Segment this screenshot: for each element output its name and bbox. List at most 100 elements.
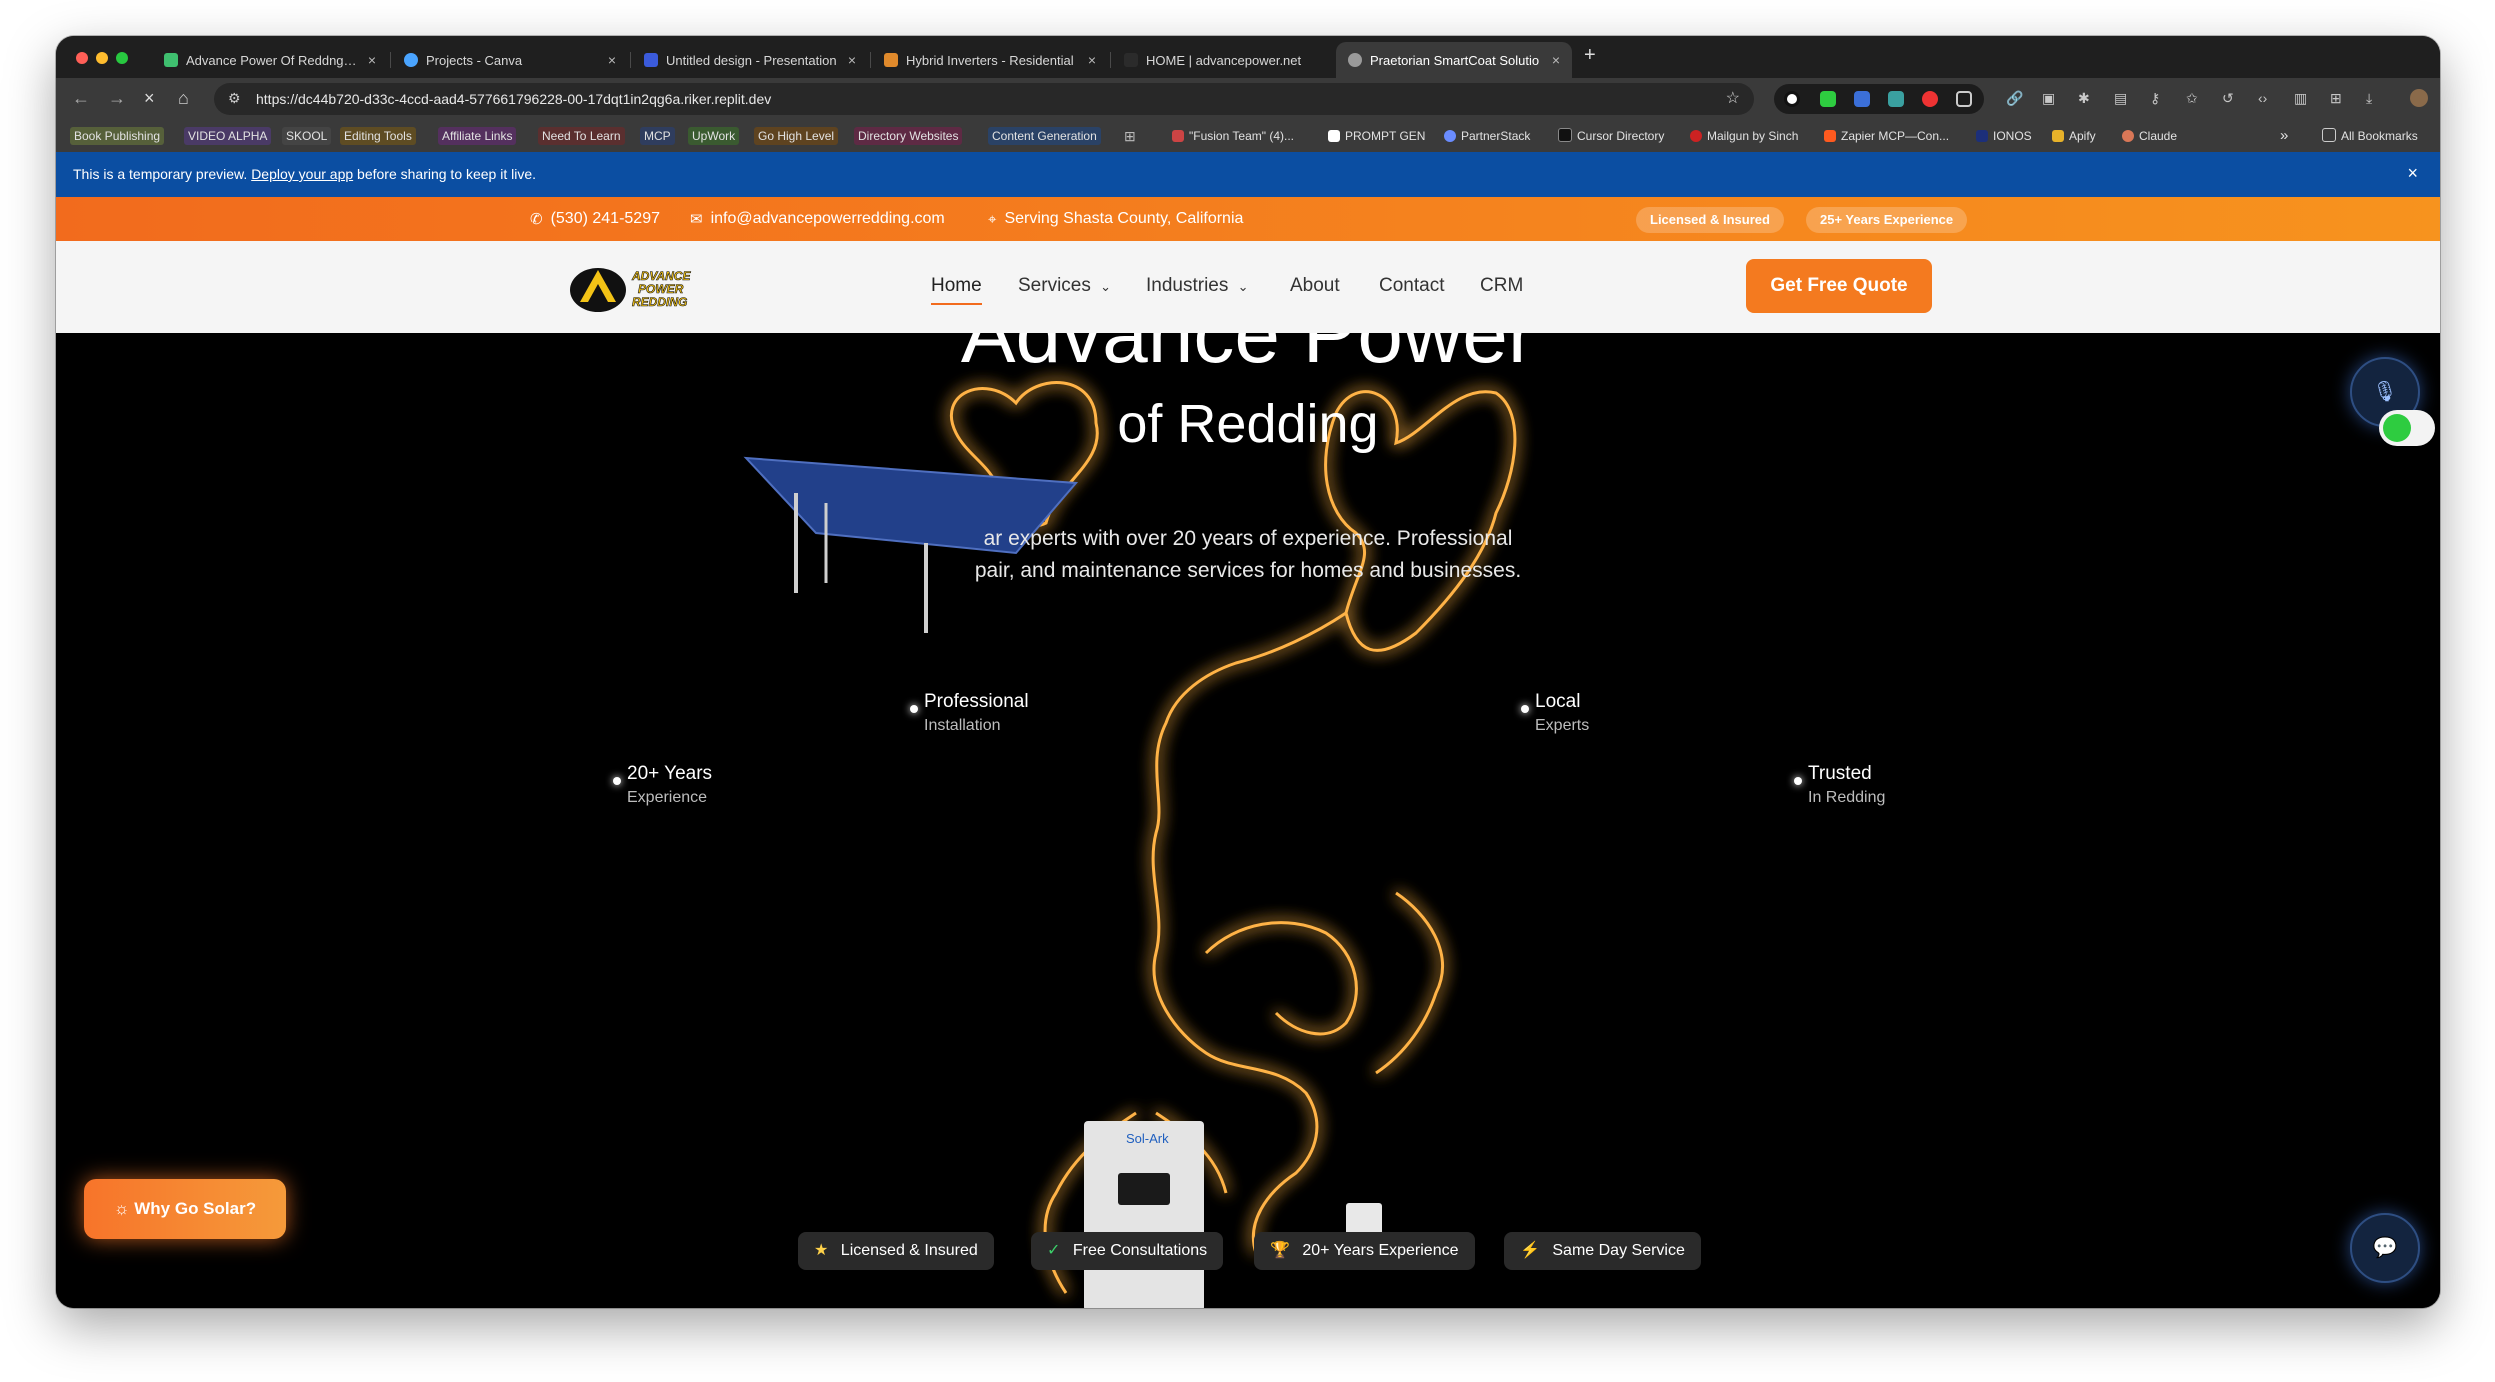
zoom-window-button[interactable] [116, 52, 128, 64]
close-tab-icon[interactable]: × [608, 52, 616, 68]
microphone-icon: 🎙 [2372, 381, 2398, 403]
address-bar[interactable]: ⚙ https://dc44b720-d33c-4ccd-aad4-577661… [214, 83, 1754, 115]
licensed-badge: Licensed & Insured [1636, 207, 1784, 233]
bookmark-folder[interactable]: Go High Level [754, 127, 839, 145]
screenshot-icon[interactable]: ▣ [2042, 90, 2055, 107]
bug-icon[interactable]: ✱ [2078, 90, 2090, 107]
extension-icon[interactable] [1784, 91, 1800, 107]
site-settings-icon[interactable]: ⚙ [228, 90, 241, 107]
nav-industries[interactable]: Industries ⌄ [1146, 275, 1249, 297]
bookmark-link[interactable]: "Fusion Team" (4)... [1168, 127, 1298, 145]
favorites-icon[interactable]: ✩ [2186, 90, 2198, 107]
chevron-down-icon: ⌄ [1237, 279, 1249, 294]
stat-local: Local Experts [1521, 691, 1589, 735]
download-icon[interactable]: ⤓ [2366, 90, 2372, 107]
new-tab-button[interactable]: + [1584, 44, 1596, 67]
chat-bubble-icon: 💬 [2372, 1237, 2398, 1259]
phone-number: (530) 241-5297 [550, 210, 660, 227]
bookmark-link[interactable]: Mailgun by Sinch [1686, 127, 1802, 145]
tab-3[interactable]: Hybrid Inverters - Residential × [872, 42, 1108, 78]
tab-separator [1110, 52, 1111, 68]
extension-icon[interactable] [1820, 91, 1836, 107]
link-icon[interactable]: 🔗 [2006, 90, 2023, 107]
bookmark-folder[interactable]: UpWork [688, 127, 740, 145]
bookmark-link[interactable]: PartnerStack [1440, 127, 1534, 145]
bookmark-folder[interactable]: Book Publishing [70, 127, 165, 145]
bookmark-link[interactable]: IONOS [1972, 127, 2036, 145]
bookmark-link[interactable]: Apify [2048, 127, 2100, 145]
location-text: Serving Shasta County, California [1004, 210, 1244, 227]
back-icon[interactable]: ← [72, 88, 90, 109]
phone-link[interactable]: ✆ (530) 241-5297 [530, 210, 660, 228]
cursor-icon [1558, 128, 1572, 142]
stop-loading-icon[interactable]: × [144, 88, 155, 109]
trust-badge: 🏆 20+ Years Experience [1254, 1232, 1475, 1270]
forward-icon[interactable]: → [108, 88, 126, 109]
all-bookmarks[interactable]: All Bookmarks [2318, 127, 2422, 145]
profile-avatar[interactable] [2410, 89, 2428, 107]
tab-5-active[interactable]: Praetorian SmartCoat Solutio × [1336, 42, 1572, 78]
extension-floating-badge[interactable] [2379, 410, 2435, 446]
bookmarks-overflow-icon[interactable]: » [2276, 127, 2292, 145]
bookmark-link[interactable]: Cursor Directory [1554, 127, 1668, 145]
close-tab-icon[interactable]: × [848, 52, 856, 68]
nav-home[interactable]: Home [931, 275, 982, 305]
tab-2[interactable]: Untitled design - Presentation × [632, 42, 868, 78]
close-tab-icon[interactable]: × [368, 52, 376, 68]
why-go-solar-button[interactable]: ☼ Why Go Solar? [84, 1179, 286, 1239]
logo-text-line3: REDDING [632, 295, 687, 309]
stat-title: Trusted [1808, 763, 1872, 784]
extension-icon[interactable] [1888, 91, 1904, 107]
close-tab-icon[interactable]: × [1088, 52, 1096, 68]
bookmark-label: Cursor Directory [1577, 129, 1665, 143]
bookmark-link[interactable]: PROMPT GEN [1324, 127, 1429, 145]
bookmark-folder[interactable]: Affiliate Links [438, 127, 517, 145]
all-bookmarks-label: All Bookmarks [2341, 129, 2418, 143]
trash-icon[interactable]: ▥ [2294, 90, 2307, 107]
puzzle-icon[interactable] [1956, 91, 1972, 107]
bookmark-link[interactable]: Zapier MCP—Con... [1820, 127, 1953, 145]
code-icon[interactable]: ‹› [2258, 90, 2267, 106]
bookmark-star-icon[interactable]: ☆ [1726, 88, 1740, 108]
bookmark-folder[interactable]: VIDEO ALPHA [184, 127, 272, 145]
company-logo[interactable]: ADVANCE POWER REDDING [566, 258, 716, 318]
close-window-button[interactable] [76, 52, 88, 64]
nav-crm[interactable]: CRM [1480, 275, 1523, 297]
email-address: info@advancepowerredding.com [710, 210, 945, 227]
close-tab-icon[interactable]: × [1552, 52, 1560, 68]
get-free-quote-button[interactable]: Get Free Quote [1746, 259, 1932, 313]
nav-home-label: Home [931, 275, 982, 296]
extension-icon[interactable] [1854, 91, 1870, 107]
chat-button[interactable]: 💬 [2350, 1213, 2420, 1283]
bookmark-folder[interactable]: Directory Websites [854, 127, 963, 145]
nav-industries-label: Industries [1146, 275, 1229, 296]
key-icon[interactable]: ⚷ [2150, 90, 2160, 107]
history-icon[interactable]: ↺ [2222, 90, 2234, 107]
bookmark-folder[interactable]: Editing Tools [340, 127, 416, 145]
bookmark-folder[interactable]: SKOOL [282, 127, 332, 145]
nav-contact[interactable]: Contact [1379, 275, 1444, 297]
browser-toolbar: ← → × ⌂ ⚙ https://dc44b720-d33c-4ccd-aad… [56, 78, 2440, 120]
apps-grid-icon[interactable]: ⊞ [1120, 127, 1140, 145]
deploy-app-link[interactable]: Deploy your app [251, 166, 353, 182]
bookmark-folder[interactable]: MCP [640, 127, 675, 145]
logo-text-line2: POWER [638, 282, 684, 296]
close-banner-icon[interactable]: × [2407, 163, 2418, 184]
tab-1[interactable]: Projects - Canva × [392, 42, 628, 78]
translate-icon[interactable]: ⊞ [2330, 90, 2342, 107]
bookmark-folder[interactable]: Need To Learn [538, 127, 625, 145]
email-link[interactable]: ✉ info@advancepowerredding.com [690, 210, 945, 228]
tab-0[interactable]: Advance Power Of Reddng | P × [152, 42, 388, 78]
nav-about[interactable]: About [1290, 275, 1340, 297]
bookmark-link[interactable]: Claude [2118, 127, 2181, 145]
logo-text-line1: ADVANCE [631, 269, 691, 283]
extension-icon[interactable] [1922, 91, 1938, 107]
hero-desc-line1: ar experts with over 20 years of experie… [983, 527, 1513, 550]
home-icon[interactable]: ⌂ [178, 88, 189, 109]
minimize-window-button[interactable] [96, 52, 108, 64]
nav-services[interactable]: Services ⌄ [1018, 275, 1111, 297]
trust-badge-label: Licensed & Insured [840, 1242, 978, 1259]
partnerstack-icon [1444, 130, 1456, 142]
reader-icon[interactable]: ▤ [2114, 90, 2127, 107]
bookmark-folder[interactable]: Content Generation [988, 127, 1101, 145]
